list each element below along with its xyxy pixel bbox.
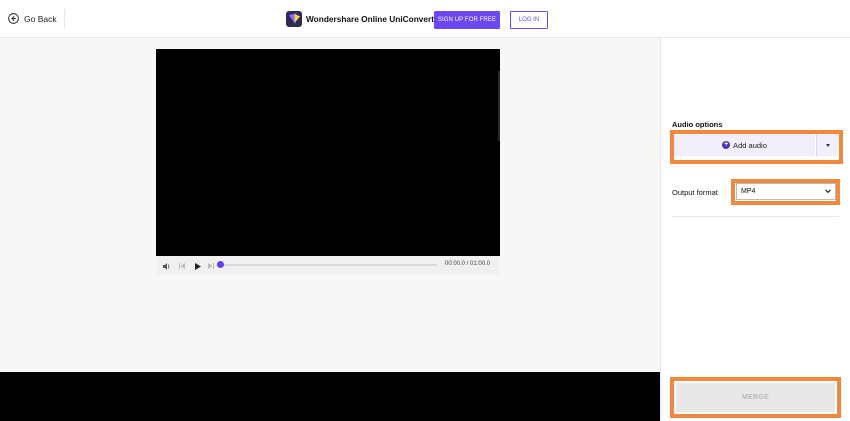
timecode: 00:00.0 / 01:00.0 bbox=[445, 261, 491, 267]
output-format-label: Output format bbox=[672, 188, 718, 197]
top-bar: Go Back Wondershare Online UniConverter … bbox=[0, 0, 850, 38]
options-panel bbox=[660, 38, 850, 421]
volume-icon[interactable] bbox=[162, 261, 172, 271]
previous-icon[interactable] bbox=[177, 261, 187, 271]
panel-divider bbox=[672, 216, 839, 217]
timeline-strip[interactable] bbox=[0, 372, 660, 421]
progress-handle[interactable] bbox=[216, 261, 224, 268]
progress-track[interactable] bbox=[217, 264, 437, 266]
log-in-button[interactable]: LOG IN bbox=[510, 11, 548, 29]
brand-name: Wondershare Online UniConverter bbox=[306, 14, 442, 24]
merge-button[interactable]: MERGE bbox=[676, 383, 835, 412]
go-back-button[interactable]: Go Back bbox=[8, 13, 57, 24]
play-icon[interactable] bbox=[193, 261, 203, 271]
brand[interactable]: Wondershare Online UniConverter bbox=[286, 11, 442, 27]
audio-options-title: Audio options bbox=[672, 120, 723, 129]
output-format-select[interactable]: MP4 bbox=[736, 183, 836, 200]
go-back-label: Go Back bbox=[24, 13, 57, 24]
arrow-left-circle-icon bbox=[8, 13, 19, 24]
chevron-down-icon bbox=[825, 189, 831, 194]
caret-down-icon bbox=[825, 143, 830, 147]
next-icon[interactable] bbox=[206, 261, 216, 271]
video-scrollbar[interactable] bbox=[498, 71, 500, 141]
audio-options-dropdown[interactable] bbox=[816, 134, 838, 156]
plus-circle-icon: + bbox=[722, 141, 731, 149]
add-audio-button[interactable]: + Add audio bbox=[674, 134, 815, 156]
output-format-value: MP4 bbox=[741, 188, 756, 195]
sign-up-button[interactable]: SIGN UP FOR FREE bbox=[434, 11, 500, 29]
add-audio-label: Add audio bbox=[733, 140, 767, 150]
header-divider bbox=[64, 9, 65, 29]
video-preview[interactable] bbox=[156, 49, 500, 256]
uniconverter-logo-icon bbox=[286, 11, 302, 27]
